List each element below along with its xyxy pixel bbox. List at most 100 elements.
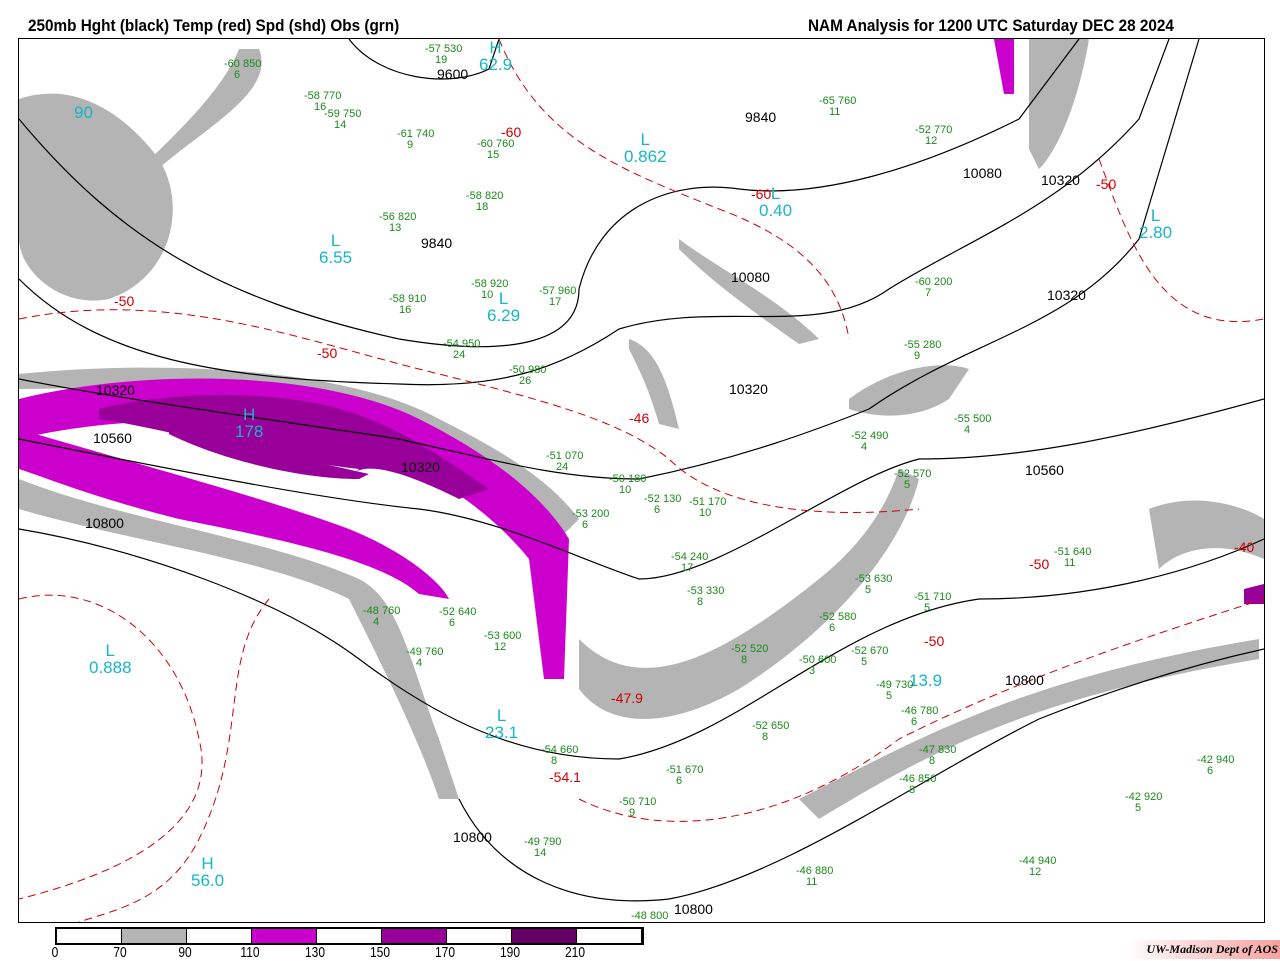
height-label: 9840 xyxy=(421,235,453,251)
station-obs: -50 180 10 xyxy=(609,474,646,496)
station-height: 630 xyxy=(873,573,893,585)
colorbar-segment xyxy=(382,929,447,943)
height-label: 10560 xyxy=(1025,462,1064,478)
station-dewpoint-depression: 5 xyxy=(865,584,872,596)
station-dewpoint-depression: 5 xyxy=(924,602,931,614)
speed-value: 90 xyxy=(74,87,93,121)
station-obs: -51 710 5 xyxy=(914,592,951,614)
station-dewpoint-depression: 18 xyxy=(476,201,489,213)
temp-label: -50 xyxy=(317,345,338,361)
station-dewpoint-depression: 6 xyxy=(911,716,918,728)
center-value: 13.9 xyxy=(909,671,943,690)
station-height: 580 xyxy=(837,611,857,623)
station-dewpoint-depression: 11 xyxy=(1064,557,1076,569)
center-value: 23.1 xyxy=(485,723,519,742)
station-dewpoint-depression: 9 xyxy=(407,139,414,151)
colorbar-segment xyxy=(122,929,187,943)
station-height: 760 xyxy=(837,95,857,107)
height-label: 10320 xyxy=(401,459,440,475)
station-obs: -51 640 11 xyxy=(1054,547,1091,569)
station-obs: -65 760 11 xyxy=(819,96,856,118)
colorbar-segment xyxy=(317,929,382,943)
station-obs: -49 790 14 xyxy=(524,837,561,859)
station-dewpoint-depression: 9 xyxy=(914,350,921,362)
temp-label: -50 xyxy=(1029,556,1050,572)
height-label: 10320 xyxy=(729,381,768,397)
station-obs: -54 660 8 xyxy=(541,745,578,767)
height-label: 9840 xyxy=(745,109,777,125)
station-height: 650 xyxy=(770,720,790,732)
station-obs: -59 750 14 xyxy=(324,109,361,131)
colorbar-tick: 130 xyxy=(304,944,326,961)
temp-label: -50 xyxy=(924,633,945,649)
colorbar-tick: 170 xyxy=(434,944,456,961)
high-center: H 178 xyxy=(235,406,263,440)
station-obs: -52 520 8 xyxy=(731,644,768,666)
low-center: L 6.55 xyxy=(319,232,352,266)
station-dewpoint-depression: 19 xyxy=(435,54,448,66)
station-dewpoint-depression: 6 xyxy=(654,504,661,516)
station-obs: -56 820 13 xyxy=(379,212,416,234)
station-height: 330 xyxy=(705,585,725,597)
station-dewpoint-depression: 8 xyxy=(762,731,769,743)
station-obs: -52 130 6 xyxy=(644,494,681,516)
station-height: 670 xyxy=(684,764,704,776)
weather-map: H 62.9 L 6.55 L 6.29 H 178 L 0.888 H 56.0 L 2.8… xyxy=(18,38,1265,923)
station-dewpoint-depression: 8 xyxy=(909,784,916,796)
station-obs: -51 170 10 xyxy=(689,497,726,519)
station-dewpoint-depression: 15 xyxy=(487,149,500,161)
station-obs: -52 670 5 xyxy=(851,646,888,668)
station-height: 850 xyxy=(242,58,262,70)
station-dewpoint-depression: 10 xyxy=(481,289,494,301)
high-center: H 62.9 xyxy=(479,39,512,73)
center-value: 2.80 xyxy=(1139,223,1173,242)
station-height: 570 xyxy=(912,468,932,480)
station-obs: -49 730 5 xyxy=(876,680,913,702)
station-dewpoint-depression: 6 xyxy=(582,519,589,531)
analysis-time: NAM Analysis for 1200 UTC Saturday DEC 2… xyxy=(808,16,1174,35)
station-obs: -52 580 6 xyxy=(819,612,856,634)
station-height: 920 xyxy=(1143,791,1163,803)
station-dewpoint-depression: 5 xyxy=(886,690,893,702)
station-height: 800 xyxy=(649,910,669,922)
station-dewpoint-depression: 5 xyxy=(1135,802,1142,814)
station-obs: -48 8005 xyxy=(631,911,668,923)
colorbar-tick: 210 xyxy=(564,944,586,961)
station-height: 740 xyxy=(415,128,435,140)
low-center: L 2.80 xyxy=(1139,207,1172,241)
temp-label: -46 xyxy=(629,410,650,426)
station-height: 280 xyxy=(922,339,942,351)
station-height: 780 xyxy=(919,705,939,717)
station-dewpoint-depression: 17 xyxy=(681,562,694,574)
station-obs: -52 770 12 xyxy=(915,125,952,147)
station-height: 500 xyxy=(972,413,992,425)
station-height: 520 xyxy=(749,643,769,655)
station-height: 710 xyxy=(932,591,952,603)
station-obs: -58 820 18 xyxy=(466,191,503,213)
station-height: 760 xyxy=(381,605,401,617)
station-dewpoint-depression: 14 xyxy=(534,847,547,859)
station-obs: -52 490 4 xyxy=(851,431,888,453)
low-center: L 0.862 xyxy=(624,131,667,165)
station-dewpoint-depression: 13 xyxy=(389,222,402,234)
station-obs: -52 650 8 xyxy=(752,721,789,743)
station-dewpoint-depression: 6 xyxy=(829,622,836,634)
temp-label: -40 xyxy=(1234,539,1255,555)
station-dewpoint-depression: 6 xyxy=(234,69,241,81)
colorbar-tick: 0 xyxy=(51,944,59,961)
center-value: 0.862 xyxy=(624,147,667,166)
station-obs: -54 240 17 xyxy=(671,552,708,574)
station-dewpoint-depression: 4 xyxy=(416,657,423,669)
center-value: 56.0 xyxy=(191,871,225,890)
colorbar-segment xyxy=(187,929,252,943)
temp-label: -50 xyxy=(1096,176,1117,192)
station-height: 640 xyxy=(1072,546,1092,558)
height-label: 10320 xyxy=(96,382,135,398)
station-dewpoint-depression: 14 xyxy=(334,119,347,131)
station-height: 760 xyxy=(424,646,444,658)
station-obs: -44 940 12 xyxy=(1019,856,1056,878)
height-label: 10080 xyxy=(731,269,770,285)
station-obs: -52 640 6 xyxy=(439,607,476,629)
station-height: 880 xyxy=(814,865,834,877)
station-dewpoint-depression: 4 xyxy=(373,616,380,628)
